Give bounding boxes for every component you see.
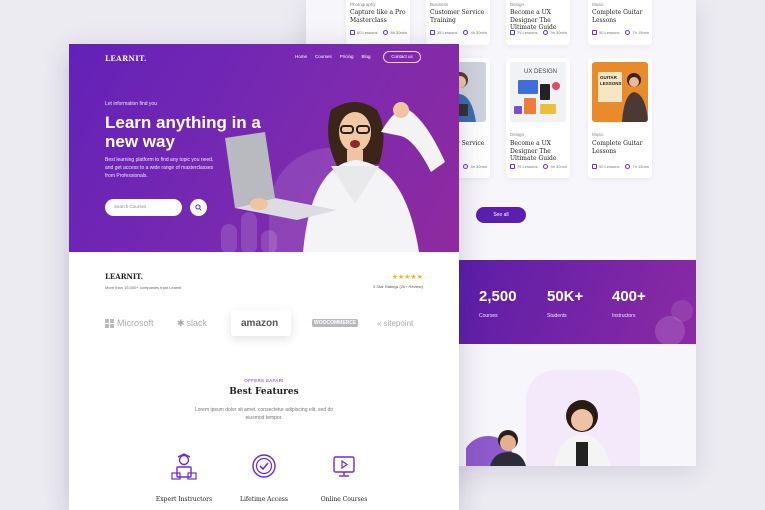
front-page: LEARNIT. Home Courses Pricing Blog Conta… (69, 44, 459, 510)
clock-icon (625, 164, 631, 169)
stats-banner: 2,500 Courses 50K+ Students 400+ Instruc… (459, 260, 696, 346)
course-title[interactable]: Complete Guitar Lessons (592, 9, 650, 24)
feature-expert-instructors: Expert Instructors (139, 451, 229, 503)
clock-icon (543, 30, 549, 35)
course-category: Music (592, 2, 604, 7)
course-card[interactable]: Photography Capture like a Pro Mastercla… (346, 0, 410, 45)
lessons-icon (510, 164, 515, 169)
clock-icon (383, 30, 389, 35)
course-thumbnail: UX DESIGN (510, 62, 566, 122)
hero-eyebrow: Let information find you (105, 101, 157, 107)
stat-value: 400+ (612, 288, 646, 305)
search-input[interactable]: Search Courses (105, 199, 182, 216)
microsoft-icon (105, 318, 114, 328)
course-card[interactable]: UX DESIGN Design Become a UX Designer Th… (506, 58, 570, 178)
feature-label: Expert Instructors (155, 496, 213, 503)
stat-courses: 2,500 Courses (479, 288, 517, 319)
slack-icon: ✱ (177, 317, 185, 328)
course-category: Design (510, 132, 525, 137)
partner-slack: ✱ slack (177, 317, 208, 329)
course-title[interactable]: Customer Service Training (430, 9, 488, 24)
monitor-play-icon (333, 456, 355, 477)
course-meta: 75 Lessons 9h 30min (510, 164, 567, 169)
partner-amazon: amazon (241, 317, 279, 329)
stat-label: Students (547, 313, 567, 319)
clock-icon (463, 164, 469, 169)
hero-description: Best learning platform to find any topic… (105, 157, 214, 179)
partner-logos: Microsoft ✱ slack amazon WOOCOMMERCE « s… (105, 310, 423, 336)
clock-icon (625, 30, 631, 35)
course-title[interactable]: Become a UX Designer The Ultimate Guide (510, 9, 568, 32)
lessons-icon (510, 30, 515, 35)
instructor-icon (171, 453, 197, 480)
rating-block: ★★★★★ 5 Star Ratings (2k+ Review) (359, 273, 423, 289)
rating-stars: ★★★★★ (391, 274, 423, 281)
stat-instructors: 400+ Instructors (612, 288, 646, 319)
course-title[interactable]: Capture like a Pro Masterclass (350, 9, 408, 24)
course-meta: 60 Lessons 6h 30min (350, 30, 407, 35)
sitepoint-icon: « (377, 318, 382, 328)
hero-student-image (225, 102, 445, 252)
stat-value: 2,500 (479, 288, 517, 305)
course-meta: 90 Lessons 7h 15min (592, 30, 649, 35)
nav-pricing[interactable]: Pricing (340, 54, 354, 59)
course-thumbnail: GUITAR LESSONS (592, 62, 648, 122)
feature-label: Lifetime Access (240, 496, 288, 503)
features-title: Best Features (229, 387, 299, 397)
clock-icon (463, 30, 469, 35)
stat-students: 50K+ Students (547, 288, 583, 319)
brand-bar: LEARNIT. More than 15,000+ companies tru… (105, 272, 181, 290)
course-category: Design (510, 2, 525, 7)
lessons-icon (592, 30, 597, 35)
stat-label: Courses (479, 313, 498, 319)
hero-section: LEARNIT. Home Courses Pricing Blog Conta… (69, 44, 459, 252)
search-button[interactable] (190, 199, 207, 216)
contact-button[interactable]: Contact us (383, 51, 421, 63)
course-card[interactable]: Business Customer Service Training 35 Le… (426, 0, 490, 45)
clock-icon (543, 164, 549, 169)
features-description: Lorem ipsum dolor sit amet, consectetur … (194, 407, 334, 421)
partner-microsoft: Microsoft (105, 310, 154, 336)
feature-online-courses: Online Courses (299, 451, 389, 503)
features-eyebrow: OFFERS SAFARI (244, 378, 284, 383)
nav-home[interactable]: Home (295, 54, 307, 59)
nav-blog[interactable]: Blog (362, 54, 371, 59)
course-category: Music (592, 132, 604, 137)
partner-woocommerce: WOOCOMMERCE (312, 319, 359, 327)
site-logo[interactable]: LEARNIT. (105, 54, 147, 63)
course-title[interactable]: Complete Guitar Lessons (592, 140, 650, 155)
badge-check-icon (252, 454, 276, 478)
lessons-icon (350, 30, 355, 35)
search-icon (195, 204, 202, 211)
course-meta: 75 Lessons 9h 30min (510, 30, 567, 35)
course-category: Business (430, 2, 449, 7)
course-card[interactable]: Music Complete Guitar Lessons 90 Lessons… (588, 0, 652, 45)
course-card[interactable]: GUITAR LESSONS Music Complete Guitar Les… (588, 58, 652, 178)
search-placeholder: Search Courses (114, 204, 147, 209)
stat-value: 50K+ (547, 288, 584, 305)
course-category: Photography (350, 2, 376, 7)
feature-lifetime-access: Lifetime Access (219, 451, 309, 503)
course-title[interactable]: Become a UX Designer The Ultimate Guide (510, 140, 568, 163)
course-meta: 90 Lessons 7h 15min (592, 164, 649, 169)
rating-text: 5 Star Ratings (2k+ Review) (373, 284, 423, 289)
stat-label: Instructors (612, 313, 636, 319)
course-card[interactable]: Design Become a UX Designer The Ultimate… (506, 0, 570, 45)
partner-sitepoint: « sitepoint (377, 318, 414, 328)
lessons-icon (592, 164, 597, 169)
team-photo (466, 400, 610, 466)
feature-label: Online Courses (320, 496, 368, 503)
lessons-icon (430, 30, 435, 35)
brand-logo[interactable]: LEARNIT. (105, 272, 181, 281)
see-all-button[interactable]: See all (476, 207, 526, 223)
main-nav: Home Courses Pricing Blog (295, 54, 371, 59)
brand-subtext: More than 15,000+ companies trust Learni… (105, 285, 182, 290)
nav-courses[interactable]: Courses (315, 54, 332, 59)
course-meta: 35 Lessons 4h 30min (430, 30, 487, 35)
